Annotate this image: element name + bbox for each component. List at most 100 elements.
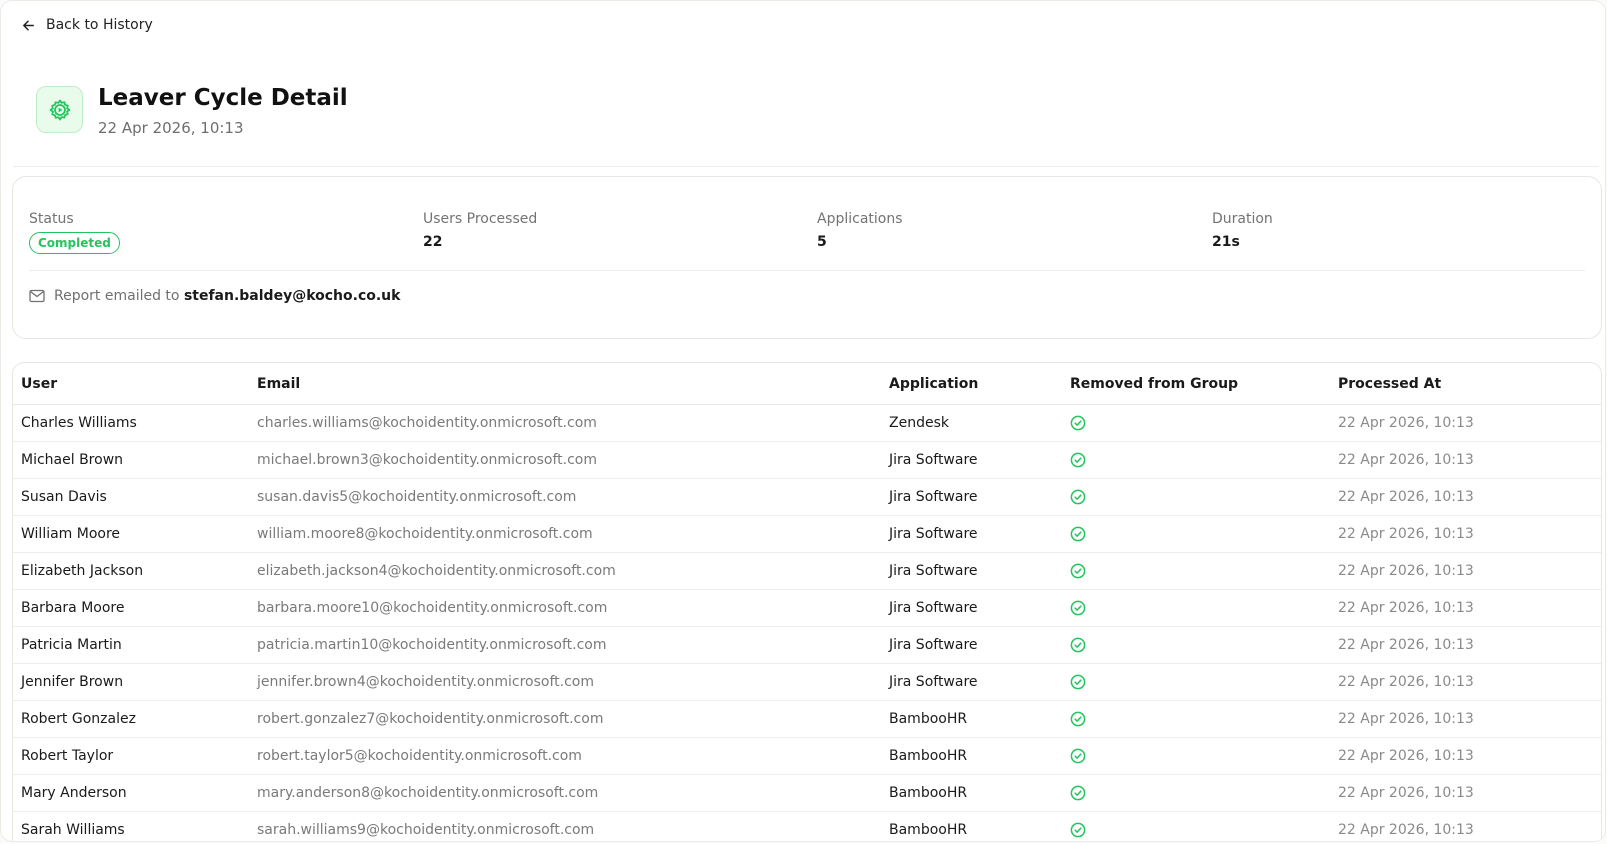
cell-email: patricia.martin10@kochoidentity.onmicros… (249, 626, 881, 664)
check-circle-icon (1070, 600, 1330, 616)
cell-processed-at: 22 Apr 2026, 10:13 (1330, 811, 1601, 841)
page-title: Leaver Cycle Detail (98, 85, 348, 111)
applications-stat: Applications 5 (817, 211, 903, 250)
column-header-email[interactable]: Email (249, 363, 881, 405)
cell-email: william.moore8@kochoidentity.onmicrosoft… (249, 515, 881, 553)
page-header: Leaver Cycle Detail 22 Apr 2026, 10:13 (36, 85, 348, 137)
cell-application: BambooHR (881, 811, 1062, 841)
status-badge: Completed (29, 232, 120, 254)
cell-application: Jira Software (881, 441, 1062, 479)
cell-application: Jira Software (881, 663, 1062, 701)
page-timestamp: 22 Apr 2026, 10:13 (98, 119, 244, 137)
cell-application: BambooHR (881, 737, 1062, 775)
cell-user: Susan Davis (13, 478, 249, 516)
table-row[interactable]: Robert Taylor robert.taylor5@kochoidentit… (13, 737, 1601, 775)
summary-divider (29, 270, 1585, 271)
duration-label: Duration (1212, 211, 1273, 227)
processed-users-table-card: User Email Application Removed from Grou… (12, 362, 1602, 841)
summary-card: Status Completed Users Processed 22 Appl… (12, 176, 1602, 339)
cell-processed-at: 22 Apr 2026, 10:13 (1330, 441, 1601, 479)
cell-removed-from-group (1062, 404, 1330, 442)
check-circle-icon (1070, 785, 1330, 801)
column-header-user[interactable]: User (13, 363, 249, 405)
table-row[interactable]: William Moore william.moore8@kochoidentit… (13, 515, 1601, 553)
report-prefix: Report emailed to (54, 288, 180, 304)
cell-processed-at: 22 Apr 2026, 10:13 (1330, 663, 1601, 701)
page-frame: Back to History Leaver Cycle Detail 22 A… (0, 0, 1606, 842)
check-circle-icon (1070, 748, 1330, 764)
cell-user: Robert Gonzalez (13, 700, 249, 738)
cell-user: Jennifer Brown (13, 663, 249, 701)
status-label: Status (29, 211, 74, 227)
cell-user: Michael Brown (13, 441, 249, 479)
report-recipient-email: stefan.baldey@kocho.co.uk (183, 288, 401, 304)
users-processed-label: Users Processed (423, 211, 538, 227)
cell-processed-at: 22 Apr 2026, 10:13 (1330, 552, 1601, 590)
check-circle-icon (1070, 674, 1330, 690)
column-header-processed-at[interactable]: Processed At (1330, 363, 1601, 405)
cell-email: jennifer.brown4@kochoidentity.onmicrosof… (249, 663, 881, 701)
status-stat: Status Completed (29, 211, 120, 254)
cell-user: Elizabeth Jackson (13, 552, 249, 590)
table-row[interactable]: Mary Anderson mary.anderson8@kochoidentit… (13, 774, 1601, 812)
report-emailed-note: Report emailed to stefan.baldey@kocho.co… (29, 288, 400, 304)
header-divider (13, 166, 1599, 167)
cell-application: Jira Software (881, 478, 1062, 516)
arrow-left-icon (23, 20, 34, 30)
cell-email: elizabeth.jackson4@kochoidentity.onmicro… (249, 552, 881, 590)
cell-email: charles.williams@kochoidentity.onmicroso… (249, 404, 881, 442)
check-circle-icon (1070, 489, 1330, 505)
cell-processed-at: 22 Apr 2026, 10:13 (1330, 626, 1601, 664)
cell-user: Barbara Moore (13, 589, 249, 627)
cell-removed-from-group (1062, 663, 1330, 701)
table-row[interactable]: Robert Gonzalez robert.gonzalez7@kochoide… (13, 700, 1601, 738)
table-row[interactable]: Elizabeth Jackson elizabeth.jackson4@koch… (13, 552, 1601, 590)
table-row[interactable]: Michael Brown michael.brown3@kochoidentit… (13, 441, 1601, 479)
applications-value: 5 (817, 234, 827, 250)
cell-application: Jira Software (881, 626, 1062, 664)
cell-user: Charles Williams (13, 404, 249, 442)
cell-application: Jira Software (881, 589, 1062, 627)
cell-application: Jira Software (881, 552, 1062, 590)
table-body: Charles Williams charles.williams@kochoid… (13, 404, 1601, 841)
cell-user: Mary Anderson (13, 774, 249, 812)
cell-application: BambooHR (881, 700, 1062, 738)
check-circle-icon (1070, 711, 1330, 727)
cell-removed-from-group (1062, 478, 1330, 516)
cell-removed-from-group (1062, 700, 1330, 738)
cell-removed-from-group (1062, 589, 1330, 627)
back-to-history-link[interactable]: Back to History (21, 17, 153, 33)
table-row[interactable]: Barbara Moore barbara.moore10@kochoidenti… (13, 589, 1601, 627)
cell-email: mary.anderson8@kochoidentity.onmicrosoft… (249, 774, 881, 812)
table-row[interactable]: Charles Williams charles.williams@kochoid… (13, 404, 1601, 442)
cell-processed-at: 22 Apr 2026, 10:13 (1330, 737, 1601, 775)
cell-processed-at: 22 Apr 2026, 10:13 (1330, 774, 1601, 812)
table-row[interactable]: Jennifer Brown jennifer.brown4@kochoident… (13, 663, 1601, 701)
cell-processed-at: 22 Apr 2026, 10:13 (1330, 515, 1601, 553)
cell-email: susan.davis5@kochoidentity.onmicrosoft.c… (249, 478, 881, 516)
cell-removed-from-group (1062, 811, 1330, 841)
check-circle-icon (1070, 822, 1330, 838)
check-circle-icon (1070, 415, 1330, 431)
check-circle-icon (1070, 563, 1330, 579)
cell-user: Sarah Williams (13, 811, 249, 841)
column-header-application[interactable]: Application (881, 363, 1062, 405)
users-processed-stat: Users Processed 22 (423, 211, 537, 250)
cell-removed-from-group (1062, 515, 1330, 553)
cell-removed-from-group (1062, 441, 1330, 479)
users-processed-value: 22 (423, 234, 443, 250)
column-header-removed-from-group[interactable]: Removed from Group (1062, 363, 1330, 405)
cell-removed-from-group (1062, 626, 1330, 664)
cell-processed-at: 22 Apr 2026, 10:13 (1330, 478, 1601, 516)
cell-application: Zendesk (881, 404, 1062, 442)
cell-removed-from-group (1062, 737, 1330, 775)
table-row[interactable]: Sarah Williams sarah.williams9@kochoident… (13, 811, 1601, 841)
cell-email: robert.gonzalez7@kochoidentity.onmicroso… (249, 700, 881, 738)
cell-user: William Moore (13, 515, 249, 553)
table-row[interactable]: Susan Davis susan.davis5@kochoidentity.on… (13, 478, 1601, 516)
cell-user: Robert Taylor (13, 737, 249, 775)
processed-users-table: User Email Application Removed from Grou… (13, 363, 1601, 841)
cell-removed-from-group (1062, 774, 1330, 812)
mail-icon (29, 289, 45, 303)
table-row[interactable]: Patricia Martin patricia.martin10@kochoid… (13, 626, 1601, 664)
